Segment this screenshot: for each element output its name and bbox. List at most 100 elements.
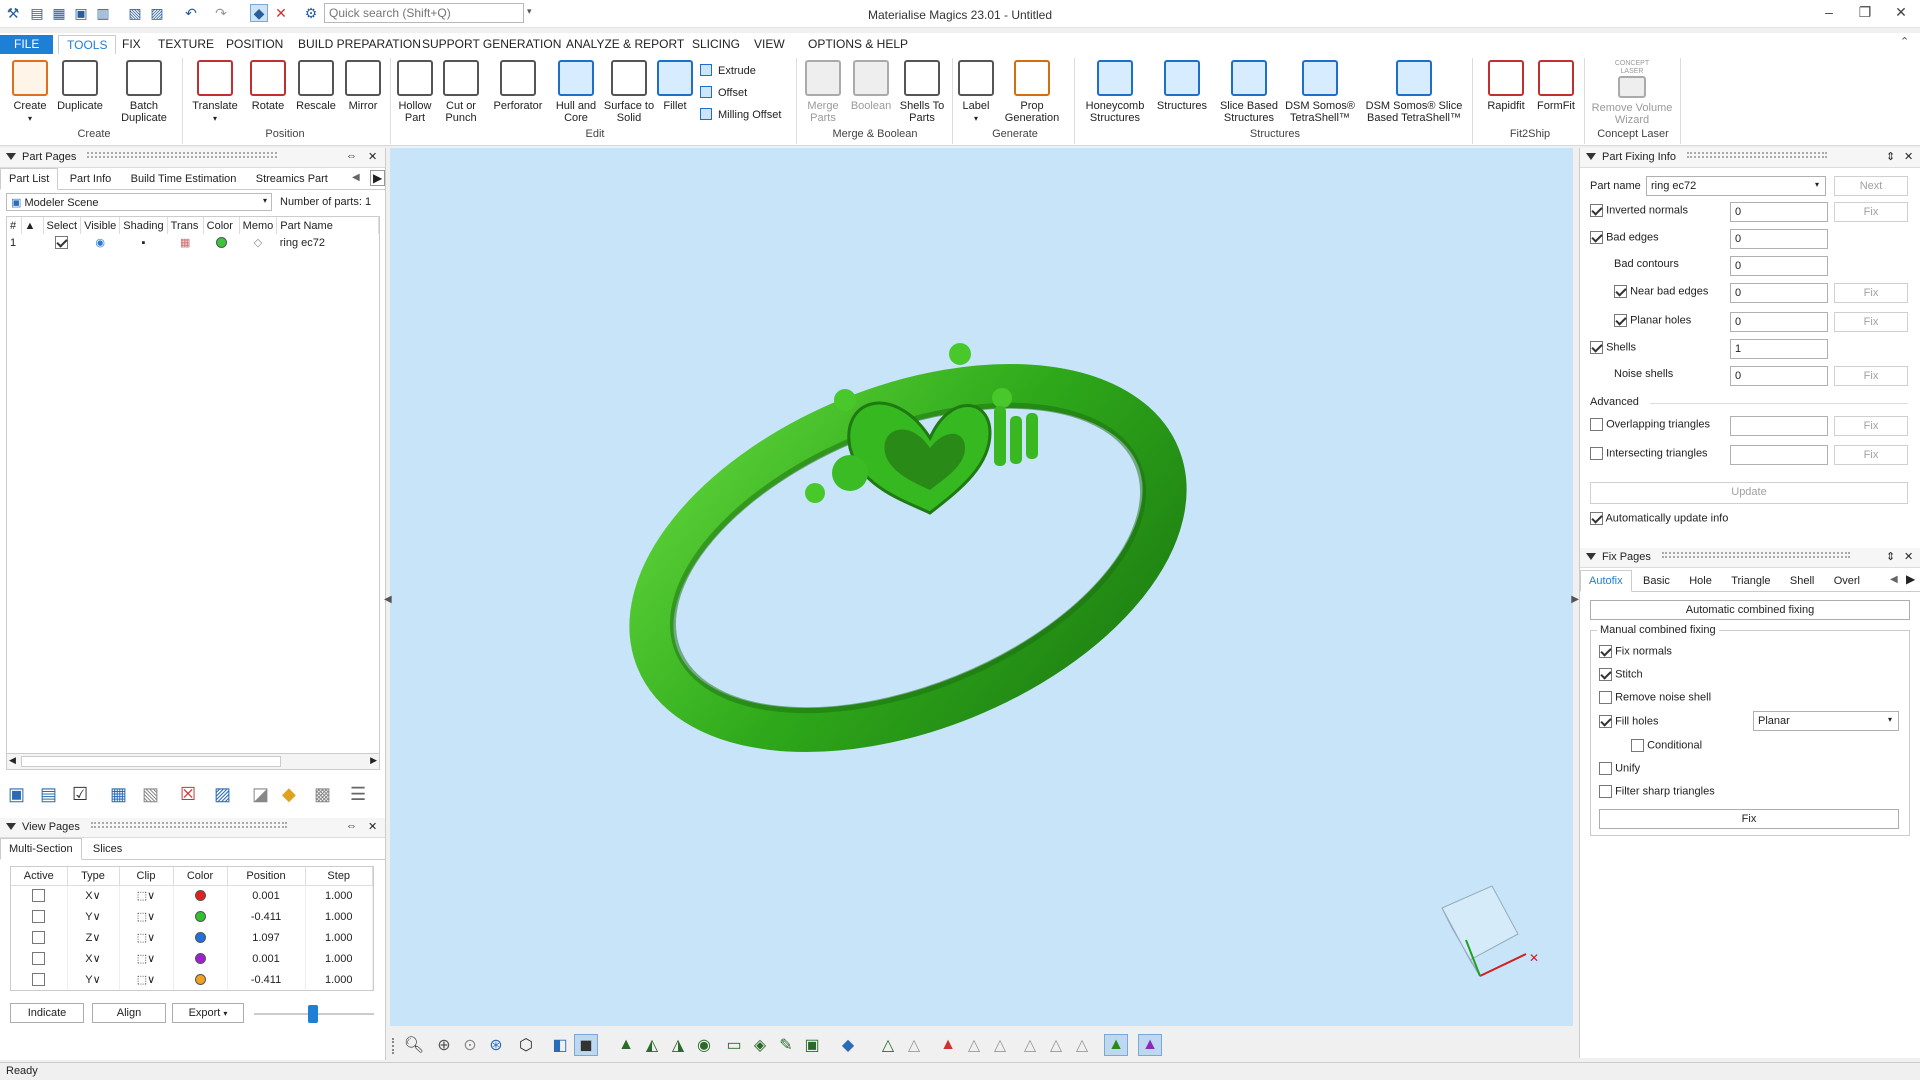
mark-surface-icon[interactable]: ◮ [666, 1034, 690, 1056]
planar-holes-checkbox[interactable] [1614, 314, 1627, 327]
remove-part-icon[interactable]: ☒ [180, 784, 196, 805]
drag-grip[interactable] [87, 152, 278, 158]
extend-mark-icon[interactable]: ◆ [836, 1034, 860, 1056]
inverted-normals-checkbox[interactable] [1590, 204, 1603, 217]
group-parts-icon[interactable]: ▩ [314, 784, 331, 805]
drag-grip[interactable] [90, 822, 287, 828]
tab-triangle[interactable]: Triangle [1723, 571, 1778, 593]
unmark-all-icon[interactable]: △ [962, 1034, 986, 1056]
3d-viewport[interactable]: ◀ ▶ ✕ [384, 148, 1579, 1026]
hide-icon[interactable]: ▧ [142, 784, 159, 805]
section-step[interactable]: 1.000 [305, 885, 373, 906]
shells-to-parts-button[interactable]: Shells To Parts [894, 60, 950, 124]
stitch-checkbox[interactable] [1599, 668, 1612, 681]
mark-window-icon[interactable]: ▣ [800, 1034, 824, 1056]
menu-analyze-report[interactable]: ANALYZE & REPORT [558, 35, 692, 54]
collapse-icon[interactable] [6, 153, 16, 160]
automatic-combined-fixing-button[interactable]: Automatic combined fixing [1590, 600, 1910, 620]
transparency-icon[interactable]: ▦ [167, 234, 203, 251]
mark-wave-icon[interactable]: ◈ [748, 1034, 772, 1056]
shading-icon[interactable]: ▪ [120, 234, 167, 251]
duplicate-button[interactable]: Duplicate [52, 60, 108, 112]
dsm-tetrashell-button[interactable]: DSM Somos® TetraShell™ [1282, 60, 1358, 124]
drag-grip[interactable] [1687, 152, 1828, 158]
menu-support-generation[interactable]: SUPPORT GENERATION [414, 35, 569, 54]
expand-mark-icon[interactable]: △ [876, 1034, 900, 1056]
part-name-select[interactable]: ring ec72 ▾ [1646, 176, 1826, 196]
pin-icon[interactable]: ⇕ [1886, 550, 1895, 563]
dsm-slice-tetrashell-button[interactable]: DSM Somos® Slice Based TetraShell™ [1362, 60, 1466, 124]
pin-icon[interactable]: ⇔ [346, 820, 357, 832]
collapse-icon[interactable] [1586, 553, 1596, 560]
cut-or-punch-button[interactable]: Cut or Punch [433, 60, 489, 124]
clip-icon[interactable]: ⬚∨ [119, 885, 174, 906]
col-part-name[interactable]: Part Name [276, 217, 379, 234]
fillet-button[interactable]: Fillet [647, 60, 703, 112]
mark-plane-icon[interactable]: ◭ [640, 1034, 664, 1056]
show-all-icon[interactable]: ▦ [110, 784, 127, 805]
invert-mark-icon[interactable]: △ [988, 1034, 1012, 1056]
fix-overlapping-button[interactable]: Fix [1834, 416, 1908, 436]
clip-icon[interactable]: ⬚∨ [119, 906, 174, 927]
pin-icon[interactable]: ⇕ [1886, 150, 1895, 163]
perforator-button[interactable]: Perforator [490, 60, 546, 112]
replace-part-icon[interactable]: ▨ [214, 784, 231, 805]
close-panel-icon[interactable]: ✕ [1904, 550, 1913, 563]
section-row[interactable]: X∨ ⬚∨ 0.001 1.000 [11, 948, 373, 969]
filter-sharp-checkbox[interactable] [1599, 785, 1612, 798]
section-row[interactable]: Z∨ ⬚∨ 1.097 1.000 [11, 927, 373, 948]
menu-slicing[interactable]: SLICING [684, 35, 748, 54]
view-cube-icon[interactable]: ⬡ [514, 1034, 538, 1056]
check-parts-icon[interactable]: ☑ [72, 784, 88, 805]
prop-generation-button[interactable]: Prop Generation [1004, 60, 1060, 124]
export-button[interactable]: Export ▾ [172, 1003, 244, 1023]
collapse-icon[interactable] [1586, 153, 1596, 160]
close-panel-icon[interactable]: ✕ [1904, 150, 1913, 163]
collapse-ribbon-icon[interactable]: ⌃ [1900, 35, 1909, 48]
fix-noise-shells-button[interactable]: Fix [1834, 366, 1908, 386]
section-type[interactable]: X∨ [67, 948, 120, 969]
tab-overlapping[interactable]: Overl [1826, 571, 1868, 593]
tab-multi-section[interactable]: Multi-Section [0, 838, 82, 860]
collapse-icon[interactable] [6, 823, 16, 830]
sort-icon[interactable]: ▲ [21, 217, 44, 234]
clip-icon[interactable]: ⬚∨ [119, 927, 174, 948]
extrude-button[interactable]: Extrude [700, 62, 756, 80]
memo-icon[interactable]: ◇ [239, 234, 277, 251]
hull-and-core-button[interactable]: Hull and Core [548, 60, 604, 124]
drag-grip[interactable] [1661, 552, 1850, 558]
mark-options-icon[interactable]: △ [1018, 1034, 1042, 1056]
indicate-button[interactable]: Indicate [10, 1003, 84, 1023]
section-position[interactable]: 0.001 [227, 885, 306, 906]
col-shading[interactable]: Shading [119, 217, 168, 234]
visible-eye-icon[interactable]: ◉ [81, 234, 120, 251]
structures-button[interactable]: Structures [1152, 60, 1212, 112]
menu-fix[interactable]: FIX [114, 35, 149, 54]
create-button[interactable]: Create ▾ [2, 60, 58, 125]
toolbar-grip[interactable] [392, 1038, 395, 1054]
mark-settings-icon[interactable]: △ [1070, 1034, 1094, 1056]
rapidfit-button[interactable]: Rapidfit [1478, 60, 1534, 112]
select-all-icon[interactable]: ▣ [8, 784, 25, 805]
color-mark-mode-icon[interactable]: ▲ [1138, 1034, 1162, 1056]
scrollbar-thumb[interactable] [21, 756, 281, 767]
col-num[interactable]: # [7, 217, 22, 234]
menu-view[interactable]: VIEW [746, 35, 793, 54]
intersecting-checkbox[interactable] [1590, 447, 1603, 460]
horizontal-scrollbar[interactable]: ◀ ▶ [7, 753, 379, 769]
next-button[interactable]: Next [1834, 176, 1908, 196]
near-bad-edges-checkbox[interactable] [1614, 285, 1627, 298]
tab-part-info[interactable]: Part Info [62, 169, 120, 191]
close-panel-icon[interactable]: ✕ [368, 820, 377, 833]
fill-holes-mode-select[interactable]: Planar ▾ [1753, 711, 1899, 731]
tab-scroll-left-icon[interactable]: ◀ [352, 172, 360, 183]
mark-brush-icon[interactable]: ✎ [774, 1034, 798, 1056]
remove-noise-checkbox[interactable] [1599, 691, 1612, 704]
section-type[interactable]: Y∨ [67, 969, 120, 990]
minimize-icon[interactable]: – [1814, 4, 1844, 24]
fix-intersecting-button[interactable]: Fix [1834, 445, 1908, 465]
section-position[interactable]: -0.411 [227, 969, 306, 990]
col-select[interactable]: Select [43, 217, 82, 234]
section-row[interactable]: Y∨ ⬚∨ -0.411 1.000 [11, 969, 373, 990]
tab-scroll-left-icon[interactable]: ◀ [1890, 574, 1898, 585]
